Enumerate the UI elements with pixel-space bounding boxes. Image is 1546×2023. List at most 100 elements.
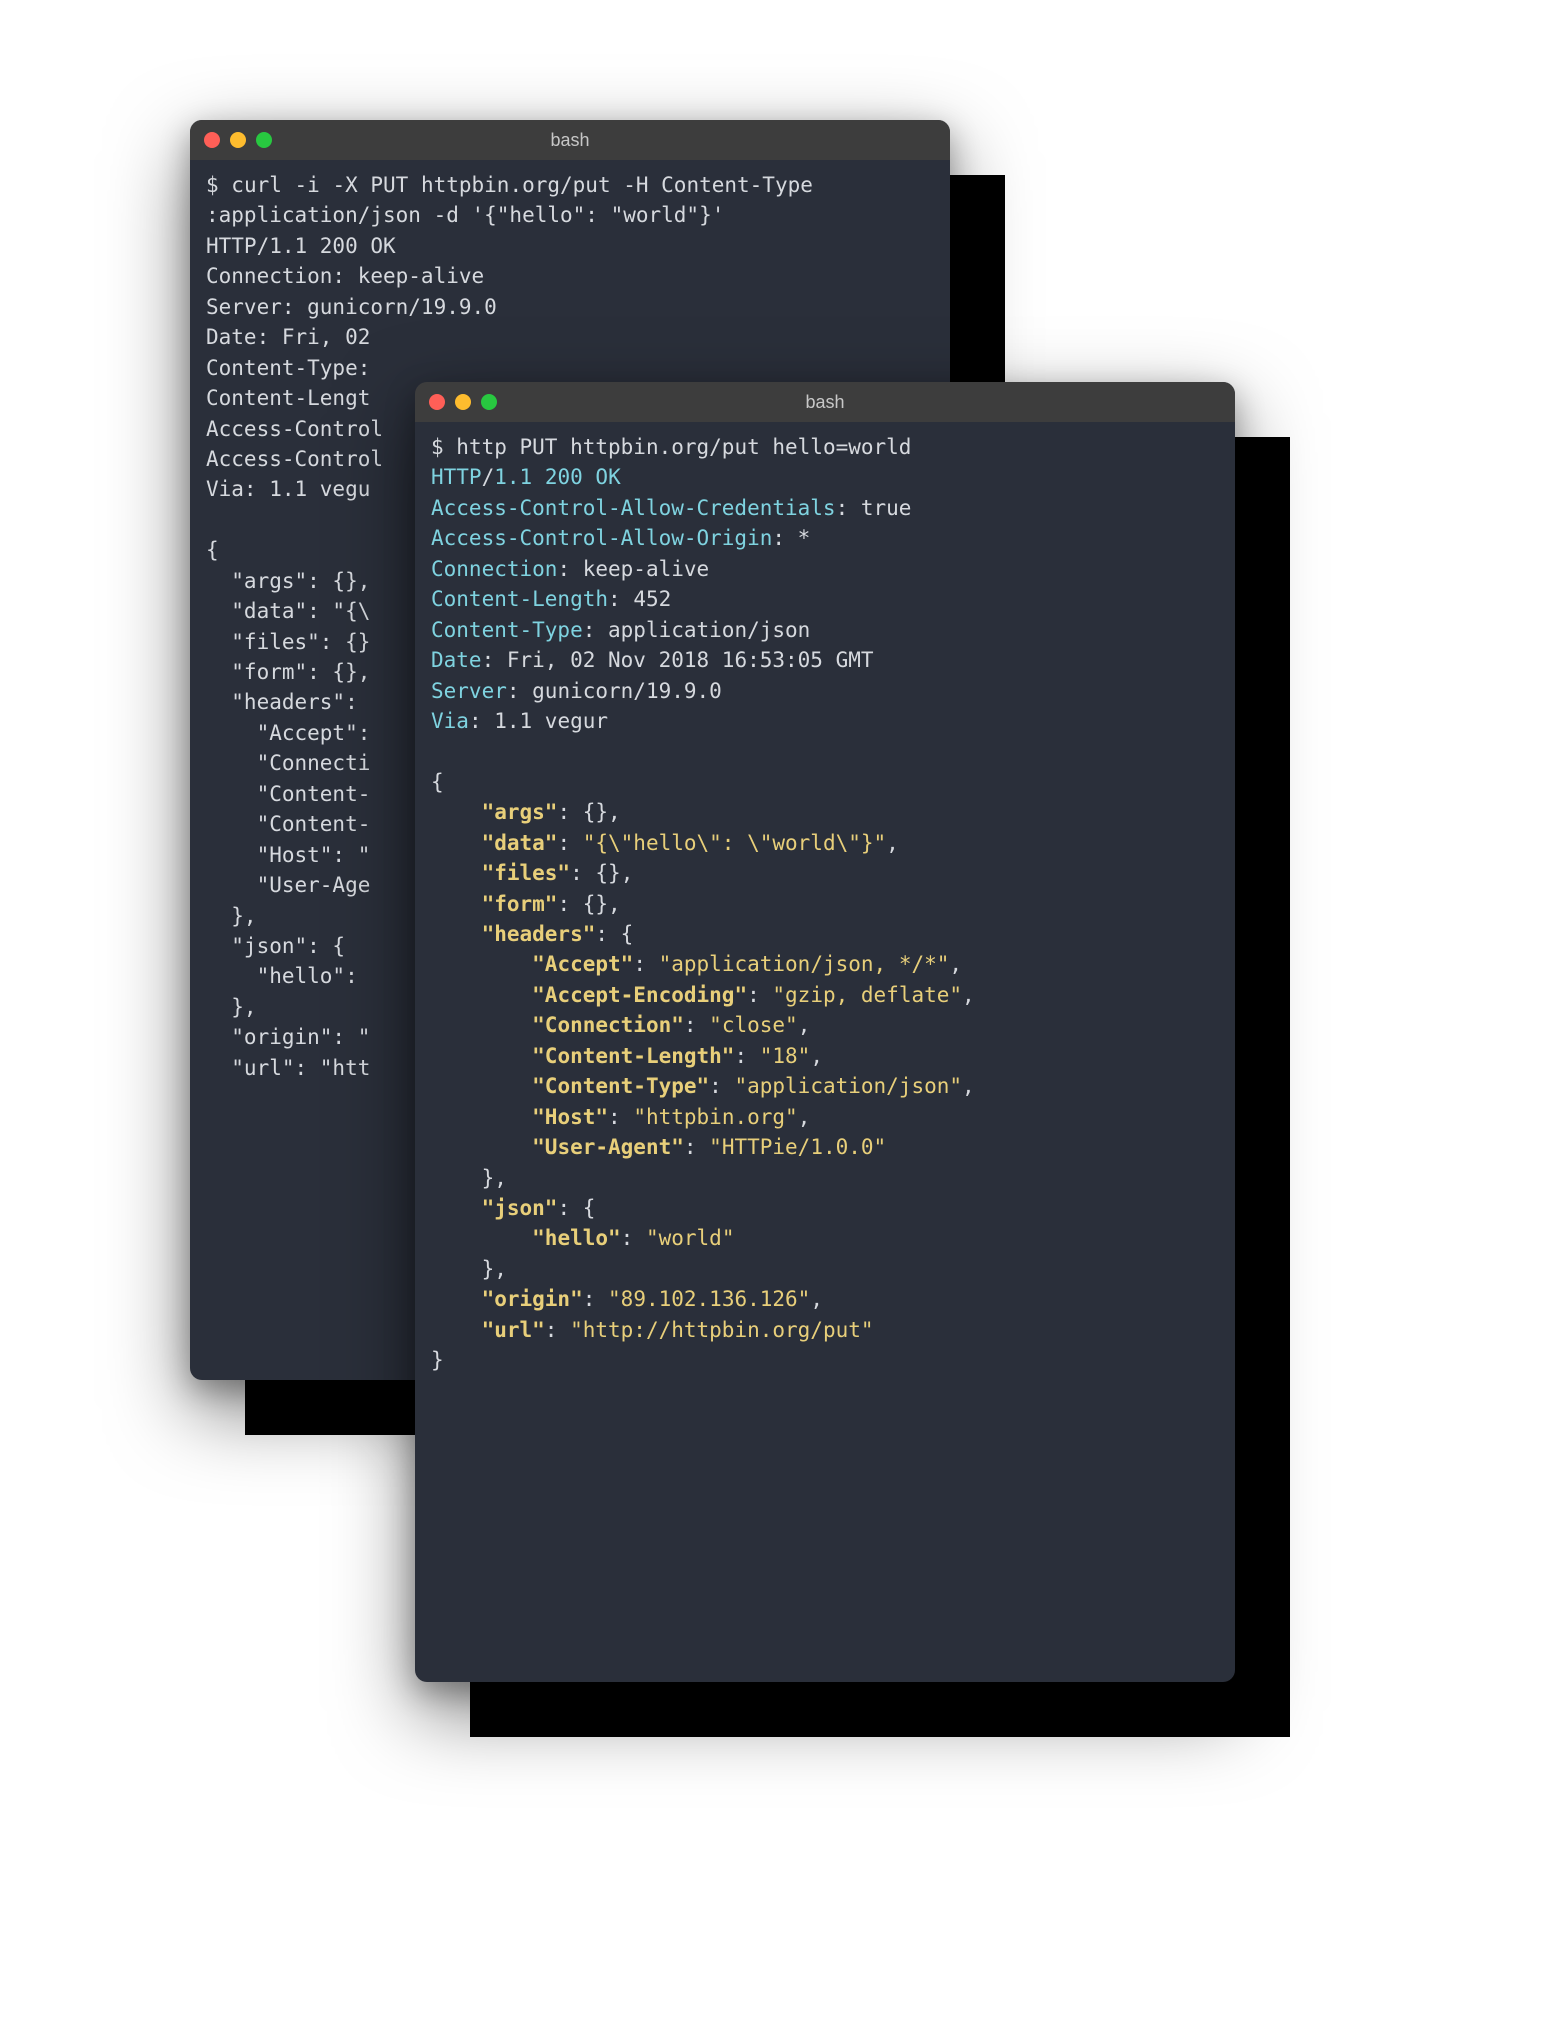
http-header-value: gunicorn/19.9.0: [520, 679, 722, 703]
json-key: "Host": [532, 1105, 608, 1129]
output-line: },: [206, 995, 257, 1019]
close-icon[interactable]: [429, 394, 445, 410]
json-key: "origin": [482, 1287, 583, 1311]
output-line: Access-Control: [206, 447, 383, 471]
output-line: Content-Type:: [206, 356, 383, 380]
command-line: curl -i -X PUT httpbin.org/put -H Conten…: [231, 173, 813, 197]
output-line: "form": {},: [206, 660, 370, 684]
json-key: "Content-Length": [532, 1044, 734, 1068]
json-key: "User-Agent": [532, 1135, 684, 1159]
json-brace: {: [583, 1196, 596, 1220]
output-line: Server: gunicorn/19.9.0: [206, 295, 497, 319]
shell-prompt: $: [206, 173, 231, 197]
json-value: "{\"hello\": \"world\"}": [583, 831, 886, 855]
output-line: "origin": ": [206, 1025, 370, 1049]
json-key: "headers": [482, 922, 596, 946]
json-key: "args": [482, 800, 558, 824]
json-value: "18": [760, 1044, 811, 1068]
terminal-window-front[interactable]: bash $ http PUT httpbin.org/put hello=wo…: [415, 382, 1235, 1682]
window-title: bash: [415, 392, 1235, 413]
command-line: :application/json -d '{"hello": "world"}…: [206, 203, 724, 227]
titlebar-front[interactable]: bash: [415, 382, 1235, 422]
output-line: "Accept":: [206, 721, 383, 745]
json-key: "data": [482, 831, 558, 855]
json-value: "application/json, */*": [659, 952, 950, 976]
json-key: "Accept": [532, 952, 633, 976]
json-value: "HTTPie/1.0.0": [709, 1135, 886, 1159]
output-line: "files": {}: [206, 630, 370, 654]
maximize-icon[interactable]: [256, 132, 272, 148]
http-header-name: Connection: [431, 557, 557, 581]
http-header-value: *: [785, 526, 810, 550]
json-brace: {}: [583, 892, 608, 916]
http-status-code: 200: [545, 465, 583, 489]
output-line: "json": {: [206, 934, 345, 958]
json-brace: },: [431, 1166, 507, 1190]
json-key: "Connection": [532, 1013, 684, 1037]
output-line: Access-Control: [206, 417, 383, 441]
json-key: "Content-Type": [532, 1074, 709, 1098]
terminal-stage: bash $ curl -i -X PUT httpbin.org/put -H…: [190, 120, 1370, 1820]
http-header-value: true: [848, 496, 911, 520]
output-line: Via: 1.1 vegu: [206, 477, 370, 501]
http-header-value: application/json: [595, 618, 810, 642]
json-value: "application/json": [734, 1074, 962, 1098]
output-line: Connection: keep-alive: [206, 264, 484, 288]
json-value: "89.102.136.126": [608, 1287, 810, 1311]
json-key: "files": [482, 861, 571, 885]
output-line: "headers":: [206, 690, 370, 714]
json-brace: {}: [583, 800, 608, 824]
output-line: },: [206, 904, 257, 928]
json-key: "Accept-Encoding": [532, 983, 747, 1007]
output-line: HTTP/1.1 200 OK: [206, 234, 396, 258]
maximize-icon[interactable]: [481, 394, 497, 410]
json-brace: }: [431, 1348, 444, 1372]
output-line: Content-Lengt: [206, 386, 370, 410]
http-header-value: keep-alive: [570, 557, 709, 581]
http-version: 1.1: [494, 465, 532, 489]
output-line: "Content-: [206, 812, 370, 836]
json-value: "httpbin.org": [633, 1105, 797, 1129]
json-key: "hello": [532, 1226, 621, 1250]
http-header-name: Access-Control-Allow-Credentials: [431, 496, 836, 520]
json-key: "url": [482, 1318, 545, 1342]
shell-prompt: $: [431, 435, 456, 459]
http-header-name: Server: [431, 679, 507, 703]
titlebar-back[interactable]: bash: [190, 120, 950, 160]
close-icon[interactable]: [204, 132, 220, 148]
output-line: "Host": ": [206, 843, 370, 867]
http-status-msg: OK: [595, 465, 620, 489]
http-header-name: Content-Type: [431, 618, 583, 642]
http-proto: HTTP: [431, 465, 482, 489]
http-header-name: Date: [431, 648, 482, 672]
minimize-icon[interactable]: [455, 394, 471, 410]
traffic-lights: [429, 394, 497, 410]
http-header-name: Via: [431, 709, 469, 733]
output-line: "User-Age: [206, 873, 370, 897]
minimize-icon[interactable]: [230, 132, 246, 148]
http-header-name: Access-Control-Allow-Origin: [431, 526, 772, 550]
json-brace: {: [431, 770, 444, 794]
json-brace: },: [431, 1257, 507, 1281]
http-header-value: Fri, 02 Nov 2018 16:53:05 GMT: [494, 648, 873, 672]
command-line: http PUT httpbin.org/put hello=world: [456, 435, 911, 459]
json-value: "gzip, deflate": [772, 983, 962, 1007]
output-line: {: [206, 538, 219, 562]
output-line: "args": {},: [206, 569, 370, 593]
output-line: "url": "htt: [206, 1056, 370, 1080]
json-key: "form": [482, 892, 558, 916]
json-value: "close": [709, 1013, 798, 1037]
output-line: Date: Fri, 02: [206, 325, 383, 349]
output-line: "hello":: [206, 964, 370, 988]
json-key: "json": [482, 1196, 558, 1220]
json-value: "http://httpbin.org/put": [570, 1318, 873, 1342]
http-header-name: Content-Length: [431, 587, 608, 611]
http-header-value: 1.1 vegur: [482, 709, 608, 733]
http-header-value: 452: [621, 587, 672, 611]
terminal-body-front[interactable]: $ http PUT httpbin.org/put hello=world H…: [415, 422, 1235, 1392]
output-line: "Connecti: [206, 751, 370, 775]
json-brace: {}: [595, 861, 620, 885]
output-line: "Content-: [206, 782, 370, 806]
json-brace: {: [621, 922, 634, 946]
output-line: "data": "{\: [206, 599, 370, 623]
